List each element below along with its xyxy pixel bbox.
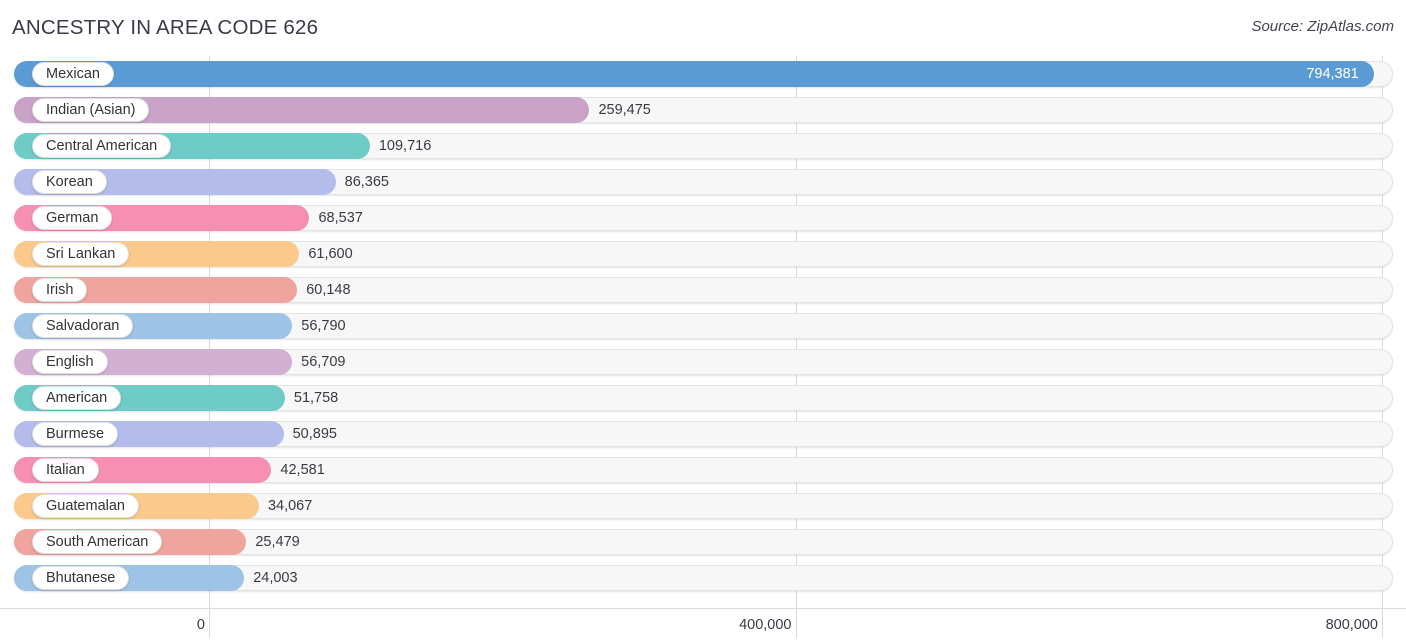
axis-tick-label: 400,000 [739, 617, 792, 633]
bar-value-label: 68,537 [318, 210, 363, 226]
bar-category-label[interactable]: Central American [32, 134, 172, 158]
bar-category-label[interactable]: Guatemalan [32, 494, 139, 518]
x-axis: 0 400,000 800,000 [0, 608, 1406, 644]
bar-category-label[interactable]: Bhutanese [32, 566, 130, 590]
bar-row[interactable]: 86,365 Korean [0, 164, 1406, 200]
axis-tick-mark [209, 608, 210, 638]
bar-value-label: 60,148 [306, 282, 351, 298]
bar-value-label: 24,003 [253, 570, 298, 586]
bar-value-label: 51,758 [293, 390, 339, 406]
bar-category-label[interactable]: Italian [32, 458, 99, 482]
axis-tick-mark [795, 608, 797, 638]
bar-row[interactable]: 68,537 German [0, 200, 1406, 236]
bar-value-label: 56,709 [301, 354, 346, 370]
bar-value-label: 42,581 [280, 462, 325, 478]
bar-row[interactable]: 61,600 Sri Lankan [0, 236, 1406, 272]
bar-value-label: 61,600 [308, 246, 353, 262]
axis-tick-mark [1382, 608, 1383, 638]
bar-row[interactable]: 24,003 Bhutanese [0, 560, 1406, 596]
bar-category-label[interactable]: Indian (Asian) [32, 98, 150, 122]
bar-fill[interactable] [14, 61, 1374, 87]
bar-category-label[interactable]: Irish [32, 278, 88, 302]
bar-value-label: 86,365 [344, 174, 389, 190]
ancestry-bar-chart: ANCESTRY IN AREA CODE 626 Source: ZipAtl… [0, 0, 1406, 644]
bar-row[interactable]: 51,758 American [0, 380, 1406, 416]
bar-category-label[interactable]: English [32, 350, 108, 374]
bar-category-label[interactable]: Salvadoran [32, 314, 134, 338]
bar-category-label[interactable]: South American [32, 530, 163, 554]
plot-area: 794,381 Mexican 259,475 Indian (Asian) 109,7… [0, 56, 1406, 608]
bar-value-label: 25,479 [255, 534, 300, 550]
bar-category-label[interactable]: Sri Lankan [32, 242, 130, 266]
bar-row[interactable]: 259,475 Indian (Asian) [0, 92, 1406, 128]
bar-row[interactable]: 109,716 Central American [0, 128, 1406, 164]
bar-value-label: 56,790 [301, 318, 346, 334]
bar-row[interactable]: 42,581 Italian [0, 452, 1406, 488]
axis-tick-label: 0 [196, 617, 205, 633]
bar-row[interactable]: 60,148 Irish [0, 272, 1406, 308]
bar-row[interactable]: 56,790 Salvadoran [0, 308, 1406, 344]
bar-row[interactable]: 56,709 English [0, 344, 1406, 380]
bar-category-label[interactable]: Mexican [32, 62, 114, 86]
bar-category-label[interactable]: German [32, 206, 113, 230]
bar-value-label: 34,067 [267, 498, 313, 514]
bar-value-label: 259,475 [598, 102, 651, 118]
bar-value-label: 109,716 [378, 138, 432, 154]
bar-value-label: 50,895 [292, 426, 337, 442]
bar-row[interactable]: 794,381 Mexican [0, 56, 1406, 92]
bar-row[interactable]: 25,479 South American [0, 524, 1406, 560]
page-title: ANCESTRY IN AREA CODE 626 [12, 16, 319, 39]
bar-category-label[interactable]: Burmese [32, 422, 119, 446]
axis-line [0, 608, 1406, 609]
source-attribution: Source: ZipAtlas.com [1251, 18, 1394, 35]
axis-tick-label: 800,000 [1325, 617, 1378, 633]
bar-category-label[interactable]: American [32, 386, 122, 410]
bar-category-label[interactable]: Korean [32, 170, 107, 194]
bar-row[interactable]: 34,067 Guatemalan [0, 488, 1406, 524]
bar-row[interactable]: 50,895 Burmese [0, 416, 1406, 452]
bar-value-label: 794,381 [1306, 66, 1359, 82]
bar-row-list: 794,381 Mexican 259,475 Indian (Asian) 109,7… [0, 56, 1406, 596]
